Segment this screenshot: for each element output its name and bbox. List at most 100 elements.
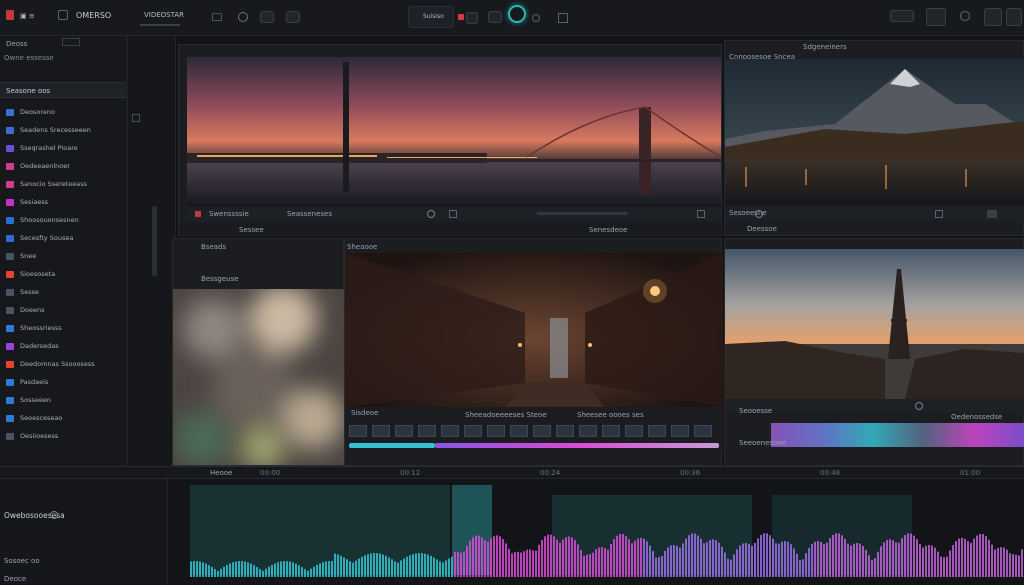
thumbnail[interactable] <box>671 425 689 437</box>
sidebar-item[interactable]: Seoesceseao <box>4 412 122 425</box>
timeline-waveform[interactable] <box>172 485 1024 585</box>
thumbnail[interactable] <box>648 425 666 437</box>
sidebar-item[interactable]: Shoosouonsesnen <box>4 214 122 227</box>
thumbnail[interactable] <box>349 425 367 437</box>
center-display: Suisiso <box>408 6 454 28</box>
sidebar-item[interactable]: Sosseeen <box>4 394 122 407</box>
play-button[interactable] <box>755 210 763 218</box>
thumbnail[interactable] <box>372 425 390 437</box>
thumbnail[interactable] <box>487 425 505 437</box>
waveform-bar <box>763 533 765 577</box>
export-button[interactable] <box>890 10 914 22</box>
thumbnail[interactable] <box>579 425 597 437</box>
waveform-bar <box>712 539 714 577</box>
waveform-bar <box>793 548 795 577</box>
thumbnail[interactable] <box>464 425 482 437</box>
thumbnail[interactable] <box>441 425 459 437</box>
user-button[interactable] <box>926 8 946 26</box>
sidebar-item[interactable]: Sesiaess <box>4 196 122 209</box>
thumbnail[interactable] <box>556 425 574 437</box>
waveform-bar <box>415 553 417 577</box>
thumbnail[interactable] <box>694 425 712 437</box>
scrollbar[interactable] <box>152 206 157 276</box>
waveform-bar <box>223 566 225 577</box>
scrub-bar-magenta[interactable] <box>435 443 719 448</box>
loop-button[interactable] <box>935 210 943 218</box>
thumbnail[interactable] <box>395 425 413 437</box>
waveform-bar <box>208 565 210 577</box>
waveform-bar <box>310 568 312 577</box>
grid-icon[interactable] <box>558 13 568 23</box>
tool-icon[interactable] <box>132 114 140 122</box>
fullscreen-button[interactable] <box>697 210 705 218</box>
sidebar-section-header[interactable]: Seasone oos <box>0 82 126 98</box>
cut-icon[interactable] <box>212 13 222 21</box>
sidebar-item[interactable]: Secesfty Sousea <box>4 232 122 245</box>
sidebar-item[interactable]: Sseqrashel Pioare <box>4 142 122 155</box>
tab-videostar[interactable]: VIDEOSTAR <box>140 6 184 26</box>
menu-button[interactable]: ▣ ≡ <box>20 12 35 20</box>
waveform-bar <box>610 544 612 577</box>
waveform-bar <box>490 538 492 577</box>
waveform-bar <box>190 561 192 577</box>
sidebar-item[interactable]: Sesse <box>4 286 122 299</box>
waveform-bar <box>352 562 354 577</box>
sidebar-item[interactable]: Deedomnas Ssooosess <box>4 358 122 371</box>
sidebar-item[interactable]: Sheossriesss <box>4 322 122 335</box>
item-swatch-icon <box>6 253 14 260</box>
fullscreen-button[interactable] <box>987 210 997 218</box>
loop-button[interactable] <box>449 210 457 218</box>
record-icon[interactable] <box>238 12 248 22</box>
notifications-icon[interactable] <box>960 11 970 21</box>
thumbnail[interactable] <box>602 425 620 437</box>
waveform-bar <box>709 540 711 577</box>
thumbnail[interactable] <box>418 425 436 437</box>
thumbnail[interactable] <box>510 425 528 437</box>
sidebar-toggle-button[interactable] <box>62 38 80 46</box>
monitor-button[interactable] <box>488 11 502 23</box>
waveform-bar <box>814 541 816 577</box>
waveform-bar <box>478 535 480 577</box>
transition-button[interactable] <box>260 11 274 23</box>
track-settings-icon[interactable] <box>50 511 58 519</box>
play-button[interactable] <box>427 210 435 218</box>
screen-button[interactable] <box>466 12 478 24</box>
sidebar-item[interactable]: Sanocio Ssereteeass <box>4 178 122 191</box>
waveform-bar <box>583 555 585 577</box>
waveform-bar <box>250 563 252 577</box>
help-icon[interactable] <box>532 14 540 22</box>
thumbnail[interactable] <box>533 425 551 437</box>
sidebar-item[interactable]: Seadens Srecesseeen <box>4 124 122 137</box>
waveform-strip[interactable] <box>771 423 1024 447</box>
effects-button[interactable] <box>286 11 300 23</box>
waveform-bar <box>700 538 702 577</box>
waveform-bar <box>997 547 999 577</box>
sidebar-item[interactable]: Dadersedas <box>4 340 122 353</box>
waveform-bar <box>283 561 285 577</box>
waveform-bar <box>706 542 708 577</box>
waveform-bar <box>799 560 801 577</box>
thumbnail[interactable] <box>625 425 643 437</box>
waveform-bar <box>673 545 675 577</box>
sidebar-item[interactable]: Sioesoseta <box>4 268 122 281</box>
waveform-bar <box>823 544 825 577</box>
sidebar-item[interactable]: Deosoreno <box>4 106 122 119</box>
waveform-bar <box>838 533 840 577</box>
scrub-bar-cyan[interactable] <box>349 443 435 448</box>
window-button[interactable] <box>1006 8 1022 26</box>
waveform-bar <box>757 538 759 577</box>
waveform-bar <box>367 554 369 577</box>
sidebar-item[interactable]: Oesiioesess <box>4 430 122 443</box>
sidebar-item[interactable]: Snee <box>4 250 122 263</box>
sidebar-item[interactable]: Oedeeaenlnoer <box>4 160 122 173</box>
waveform-bar <box>322 562 324 577</box>
waveform-bar <box>400 560 402 577</box>
play-button[interactable] <box>915 402 923 410</box>
sidebar-item[interactable]: Pasdaeis <box>4 376 122 389</box>
waveform-bar <box>634 540 636 577</box>
stop-icon[interactable] <box>195 211 201 217</box>
volume-slider[interactable] <box>537 212 627 215</box>
project-icon[interactable] <box>58 10 68 20</box>
sidebar-item[interactable]: Doeens <box>4 304 122 317</box>
settings-button[interactable] <box>984 8 1002 26</box>
